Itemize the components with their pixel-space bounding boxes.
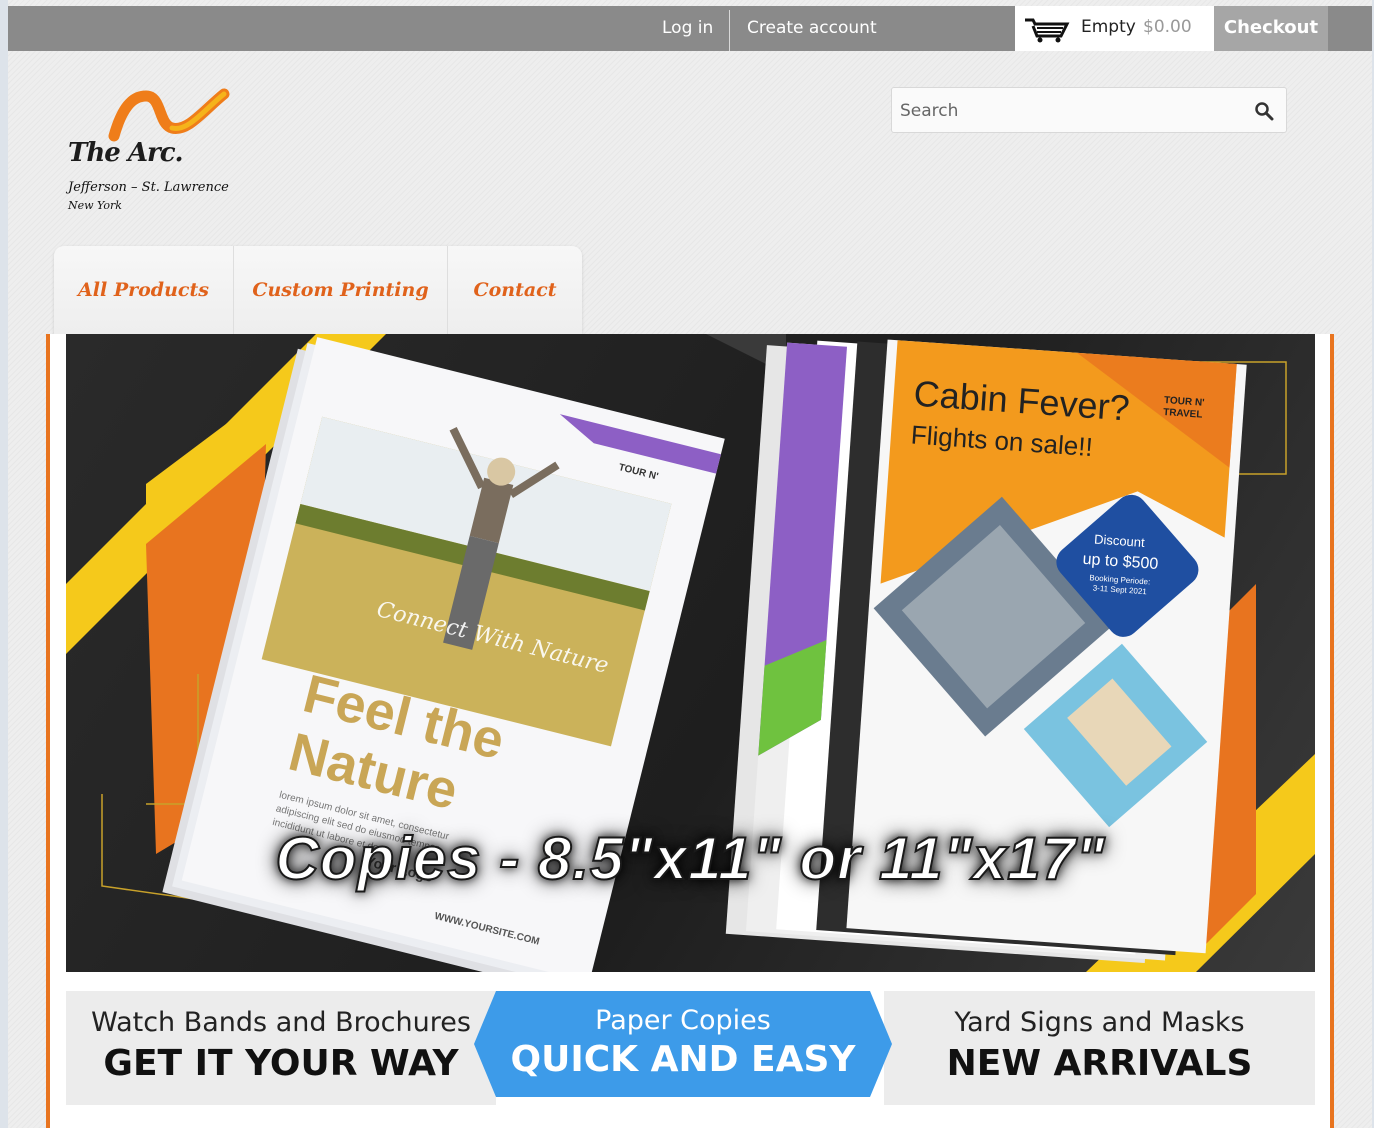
promo-yard-signs[interactable]: Yard Signs and Masks NEW ARRIVALS <box>884 991 1315 1105</box>
checkout-button[interactable]: Checkout <box>1214 6 1328 51</box>
search-input[interactable] <box>898 88 1242 134</box>
hero-caption: Copies - 8.5"x11" or 11"x17" <box>275 824 1106 893</box>
promo-strip: Watch Bands and Brochures GET IT YOUR WA… <box>66 991 1315 1105</box>
promo-title: NEW ARRIVALS <box>946 1043 1253 1084</box>
main-nav: All Products Custom Printing Contact <box>54 246 582 334</box>
search-box <box>891 87 1287 134</box>
site-logo[interactable]: The Arc. Jefferson – St. Lawrence New Yo… <box>66 88 246 218</box>
create-account-link[interactable]: Create account <box>747 6 877 51</box>
promo-subtitle: Yard Signs and Masks <box>954 1007 1245 1038</box>
logo-location: New York <box>68 199 122 212</box>
top-bar: Log in Create account Empty $0.00 Checko… <box>8 6 1372 51</box>
promo-title: QUICK AND EASY <box>510 1039 856 1080</box>
cart-total: $0.00 <box>1143 17 1192 37</box>
shopping-cart-icon <box>1023 16 1071 48</box>
cart-summary[interactable]: Empty $0.00 <box>1015 6 1214 51</box>
hero-banner[interactable]: TOUR N' Connect With Nature Feel the Nat… <box>66 334 1315 972</box>
nav-contact[interactable]: Contact <box>448 246 582 334</box>
cart-status: Empty <box>1081 17 1136 37</box>
logo-name: The Arc. <box>68 138 184 168</box>
promo-subtitle: Watch Bands and Brochures <box>91 1007 471 1038</box>
search-icon[interactable] <box>1254 101 1274 125</box>
topbar-divider <box>729 10 730 51</box>
promo-paper-copies[interactable]: Paper Copies QUICK AND EASY <box>474 991 892 1097</box>
promo-title: GET IT YOUR WAY <box>103 1043 459 1084</box>
nav-custom-printing[interactable]: Custom Printing <box>234 246 447 334</box>
promo-watch-bands[interactable]: Watch Bands and Brochures GET IT YOUR WA… <box>66 991 496 1105</box>
nav-all-products[interactable]: All Products <box>54 246 233 334</box>
page: Log in Create account Empty $0.00 Checko… <box>8 0 1372 1128</box>
login-link[interactable]: Log in <box>662 6 713 51</box>
logo-subtitle: Jefferson – St. Lawrence <box>68 180 229 195</box>
promo-subtitle: Paper Copies <box>595 1005 771 1036</box>
